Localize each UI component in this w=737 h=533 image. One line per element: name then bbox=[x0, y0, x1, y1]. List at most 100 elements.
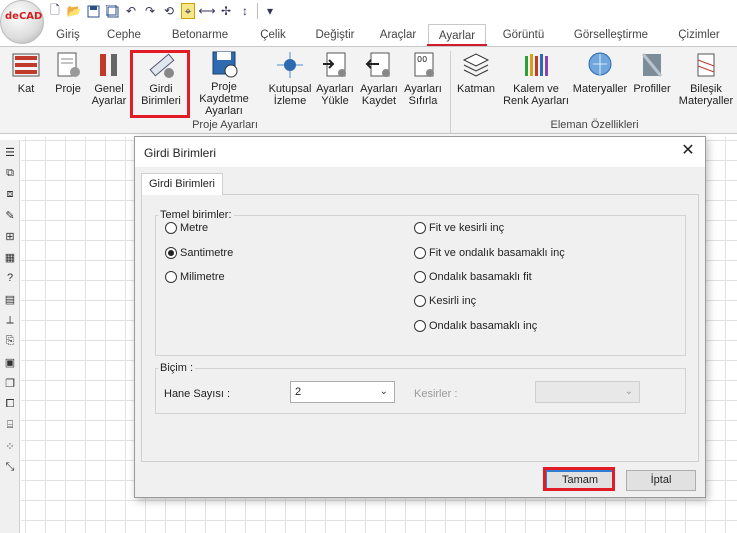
element-properties-group-label: Eleman Özellikleri bbox=[550, 119, 639, 131]
tab-araclar[interactable]: Araçlar bbox=[368, 24, 428, 46]
floor-icon bbox=[10, 49, 42, 81]
points-icon[interactable]: ⁘ bbox=[2, 438, 18, 454]
decimals-value: 2 bbox=[295, 386, 302, 398]
group-separator bbox=[450, 51, 451, 133]
tab-cizimler[interactable]: Çizimler bbox=[661, 24, 737, 46]
chevron-down-icon: ⌄ bbox=[624, 386, 633, 397]
radio-feet-decimal-inch[interactable]: Fit ve ondalık basamaklı inç bbox=[414, 247, 565, 259]
base-units-legend: Temel birimler: bbox=[160, 209, 232, 221]
radio-circle bbox=[414, 222, 426, 234]
profiles-icon bbox=[636, 49, 668, 81]
layers-select-icon[interactable]: ⧉ bbox=[2, 165, 18, 181]
trim-icon[interactable]: ✢ bbox=[219, 3, 233, 19]
tab-ayarlar[interactable]: Ayarlar bbox=[428, 24, 486, 46]
project-button[interactable]: Proje bbox=[48, 49, 88, 117]
undo-icon[interactable]: ↶ bbox=[124, 3, 138, 19]
polar-tracking-button[interactable]: Kutupsal İzleme bbox=[268, 49, 312, 117]
fractions-select[interactable]: ⌄ bbox=[535, 381, 640, 403]
layer-button[interactable]: Katman bbox=[454, 49, 498, 117]
group-icon[interactable]: ⊞ bbox=[2, 228, 18, 244]
dialog-titlebar: Girdi Birimleri ✕ bbox=[135, 137, 705, 167]
input-units-button[interactable]: Girdi Birimleri bbox=[134, 49, 188, 117]
dropdown-icon[interactable]: ▾ bbox=[263, 3, 277, 19]
view-icon[interactable]: ⌸ bbox=[2, 417, 18, 433]
pen-color-settings-button[interactable]: Kalem ve Renk Ayarları bbox=[500, 49, 572, 117]
general-settings-button[interactable]: Genel Ayarlar bbox=[88, 49, 130, 117]
tab-giris[interactable]: Giriş bbox=[44, 24, 92, 46]
decimals-select[interactable]: 2 ⌄ bbox=[290, 381, 395, 403]
paste-icon[interactable]: ⎘ bbox=[2, 333, 18, 349]
project-label: Proje bbox=[55, 83, 81, 95]
general-settings-label: Genel Ayarlar bbox=[91, 83, 127, 107]
reset-settings-label: Ayarları Sıfırla bbox=[404, 83, 442, 107]
tab-input-units[interactable]: Girdi Birimleri bbox=[141, 173, 223, 195]
floor-button[interactable]: Kat bbox=[6, 49, 46, 117]
save-icon[interactable] bbox=[86, 3, 100, 19]
polar-tracking-label: Kutupsal İzleme bbox=[268, 83, 312, 107]
radio-metre[interactable]: Metre bbox=[165, 222, 208, 234]
new-file-icon[interactable]: 🗋 bbox=[48, 3, 62, 19]
separator bbox=[257, 3, 258, 19]
tab-degistir[interactable]: Değiştir bbox=[302, 24, 368, 46]
radio-milimetre[interactable]: Milimetre bbox=[165, 271, 225, 283]
radio-circle bbox=[414, 247, 426, 259]
tools-icon bbox=[93, 49, 125, 81]
radio-label: Kesirli inç bbox=[429, 295, 477, 307]
radio-label: Santimetre bbox=[180, 247, 234, 259]
ribbon-tabs: Giriş Cephe Betonarme Çelik Değiştir Ara… bbox=[44, 24, 737, 46]
layer-label: Katman bbox=[457, 83, 495, 95]
svg-text:00: 00 bbox=[417, 55, 427, 64]
save-settings-label: Ayarları Kaydet bbox=[360, 83, 398, 107]
export-settings-icon bbox=[363, 49, 395, 81]
tab-gorsellestirme[interactable]: Görselleştirme bbox=[561, 24, 661, 46]
radio-feet-fractional-inch[interactable]: Fit ve kesirli inç bbox=[414, 222, 504, 234]
measure-icon[interactable]: ⟷ bbox=[198, 3, 215, 19]
composite-materials-button[interactable]: Bileşik Materyaller bbox=[676, 49, 736, 117]
list-icon[interactable]: ☰ bbox=[2, 144, 18, 160]
copy-layer-icon[interactable]: ⧈ bbox=[2, 186, 18, 202]
radio-santimetre[interactable]: Santimetre bbox=[165, 247, 233, 259]
tab-celik[interactable]: Çelik bbox=[244, 24, 302, 46]
duplicate-icon[interactable]: ❐ bbox=[2, 375, 18, 391]
close-icon[interactable]: ✕ bbox=[679, 142, 697, 160]
radio-decimal-feet[interactable]: Ondalık basamaklı fit bbox=[414, 271, 532, 283]
radio-fractional-inch[interactable]: Kesirli inç bbox=[414, 295, 476, 307]
redo-icon[interactable]: ↷ bbox=[143, 3, 157, 19]
project-save-settings-button[interactable]: Proje Kaydetme Ayarları bbox=[186, 49, 262, 117]
refresh-icon[interactable]: ⟲ bbox=[162, 3, 176, 19]
radio-label: Ondalık basamaklı fit bbox=[429, 271, 532, 283]
dimension-icon[interactable]: ⟂ bbox=[2, 312, 18, 328]
text-height-icon[interactable]: ↕ bbox=[238, 3, 252, 19]
materials-label: Materyaller bbox=[572, 83, 628, 95]
profiles-button[interactable]: Profiller bbox=[630, 49, 674, 117]
reset-settings-button[interactable]: 00 Ayarları Sıfırla bbox=[402, 49, 444, 117]
block-icon[interactable]: ▦ bbox=[2, 249, 18, 265]
radio-circle-selected bbox=[165, 247, 177, 259]
document-icon[interactable]: ▤ bbox=[2, 291, 18, 307]
tab-goruntu[interactable]: Görüntü bbox=[486, 24, 561, 46]
profiles-label: Profiller bbox=[633, 83, 671, 95]
save-settings-button[interactable]: Ayarları Kaydet bbox=[358, 49, 400, 117]
radio-label: Fit ve ondalık basamaklı inç bbox=[429, 247, 565, 259]
help-icon[interactable]: ? bbox=[2, 270, 18, 286]
cancel-button[interactable]: İptal bbox=[626, 470, 696, 491]
format-legend: Biçim : bbox=[160, 362, 193, 374]
composite-materials-label: Bileşik Materyaller bbox=[678, 83, 734, 107]
scale-icon[interactable]: ⤡ bbox=[2, 459, 18, 475]
materials-button[interactable]: Materyaller bbox=[572, 49, 628, 117]
open-folder-icon[interactable]: 📂 bbox=[67, 3, 82, 19]
load-settings-button[interactable]: Ayarları Yükle bbox=[314, 49, 356, 117]
app-logo[interactable]: deCAD bbox=[0, 0, 44, 44]
snap-icon[interactable]: ⌖ bbox=[181, 3, 195, 19]
tab-cephe[interactable]: Cephe bbox=[92, 24, 156, 46]
ok-button[interactable]: Tamam bbox=[545, 470, 615, 491]
edit-element-icon[interactable]: ✎ bbox=[2, 207, 18, 223]
dialog-title: Girdi Birimleri bbox=[144, 146, 216, 160]
clipboard-icon[interactable]: ▣ bbox=[2, 354, 18, 370]
stack-icon[interactable]: ⧠ bbox=[2, 396, 18, 412]
radio-decimal-inch[interactable]: Ondalık basamaklı inç bbox=[414, 320, 537, 332]
input-units-dialog: Girdi Birimleri ✕ Girdi Birimleri Temel … bbox=[134, 136, 706, 498]
tab-betonarme[interactable]: Betonarme bbox=[156, 24, 244, 46]
radio-circle bbox=[165, 222, 177, 234]
save-all-icon[interactable] bbox=[105, 3, 119, 19]
